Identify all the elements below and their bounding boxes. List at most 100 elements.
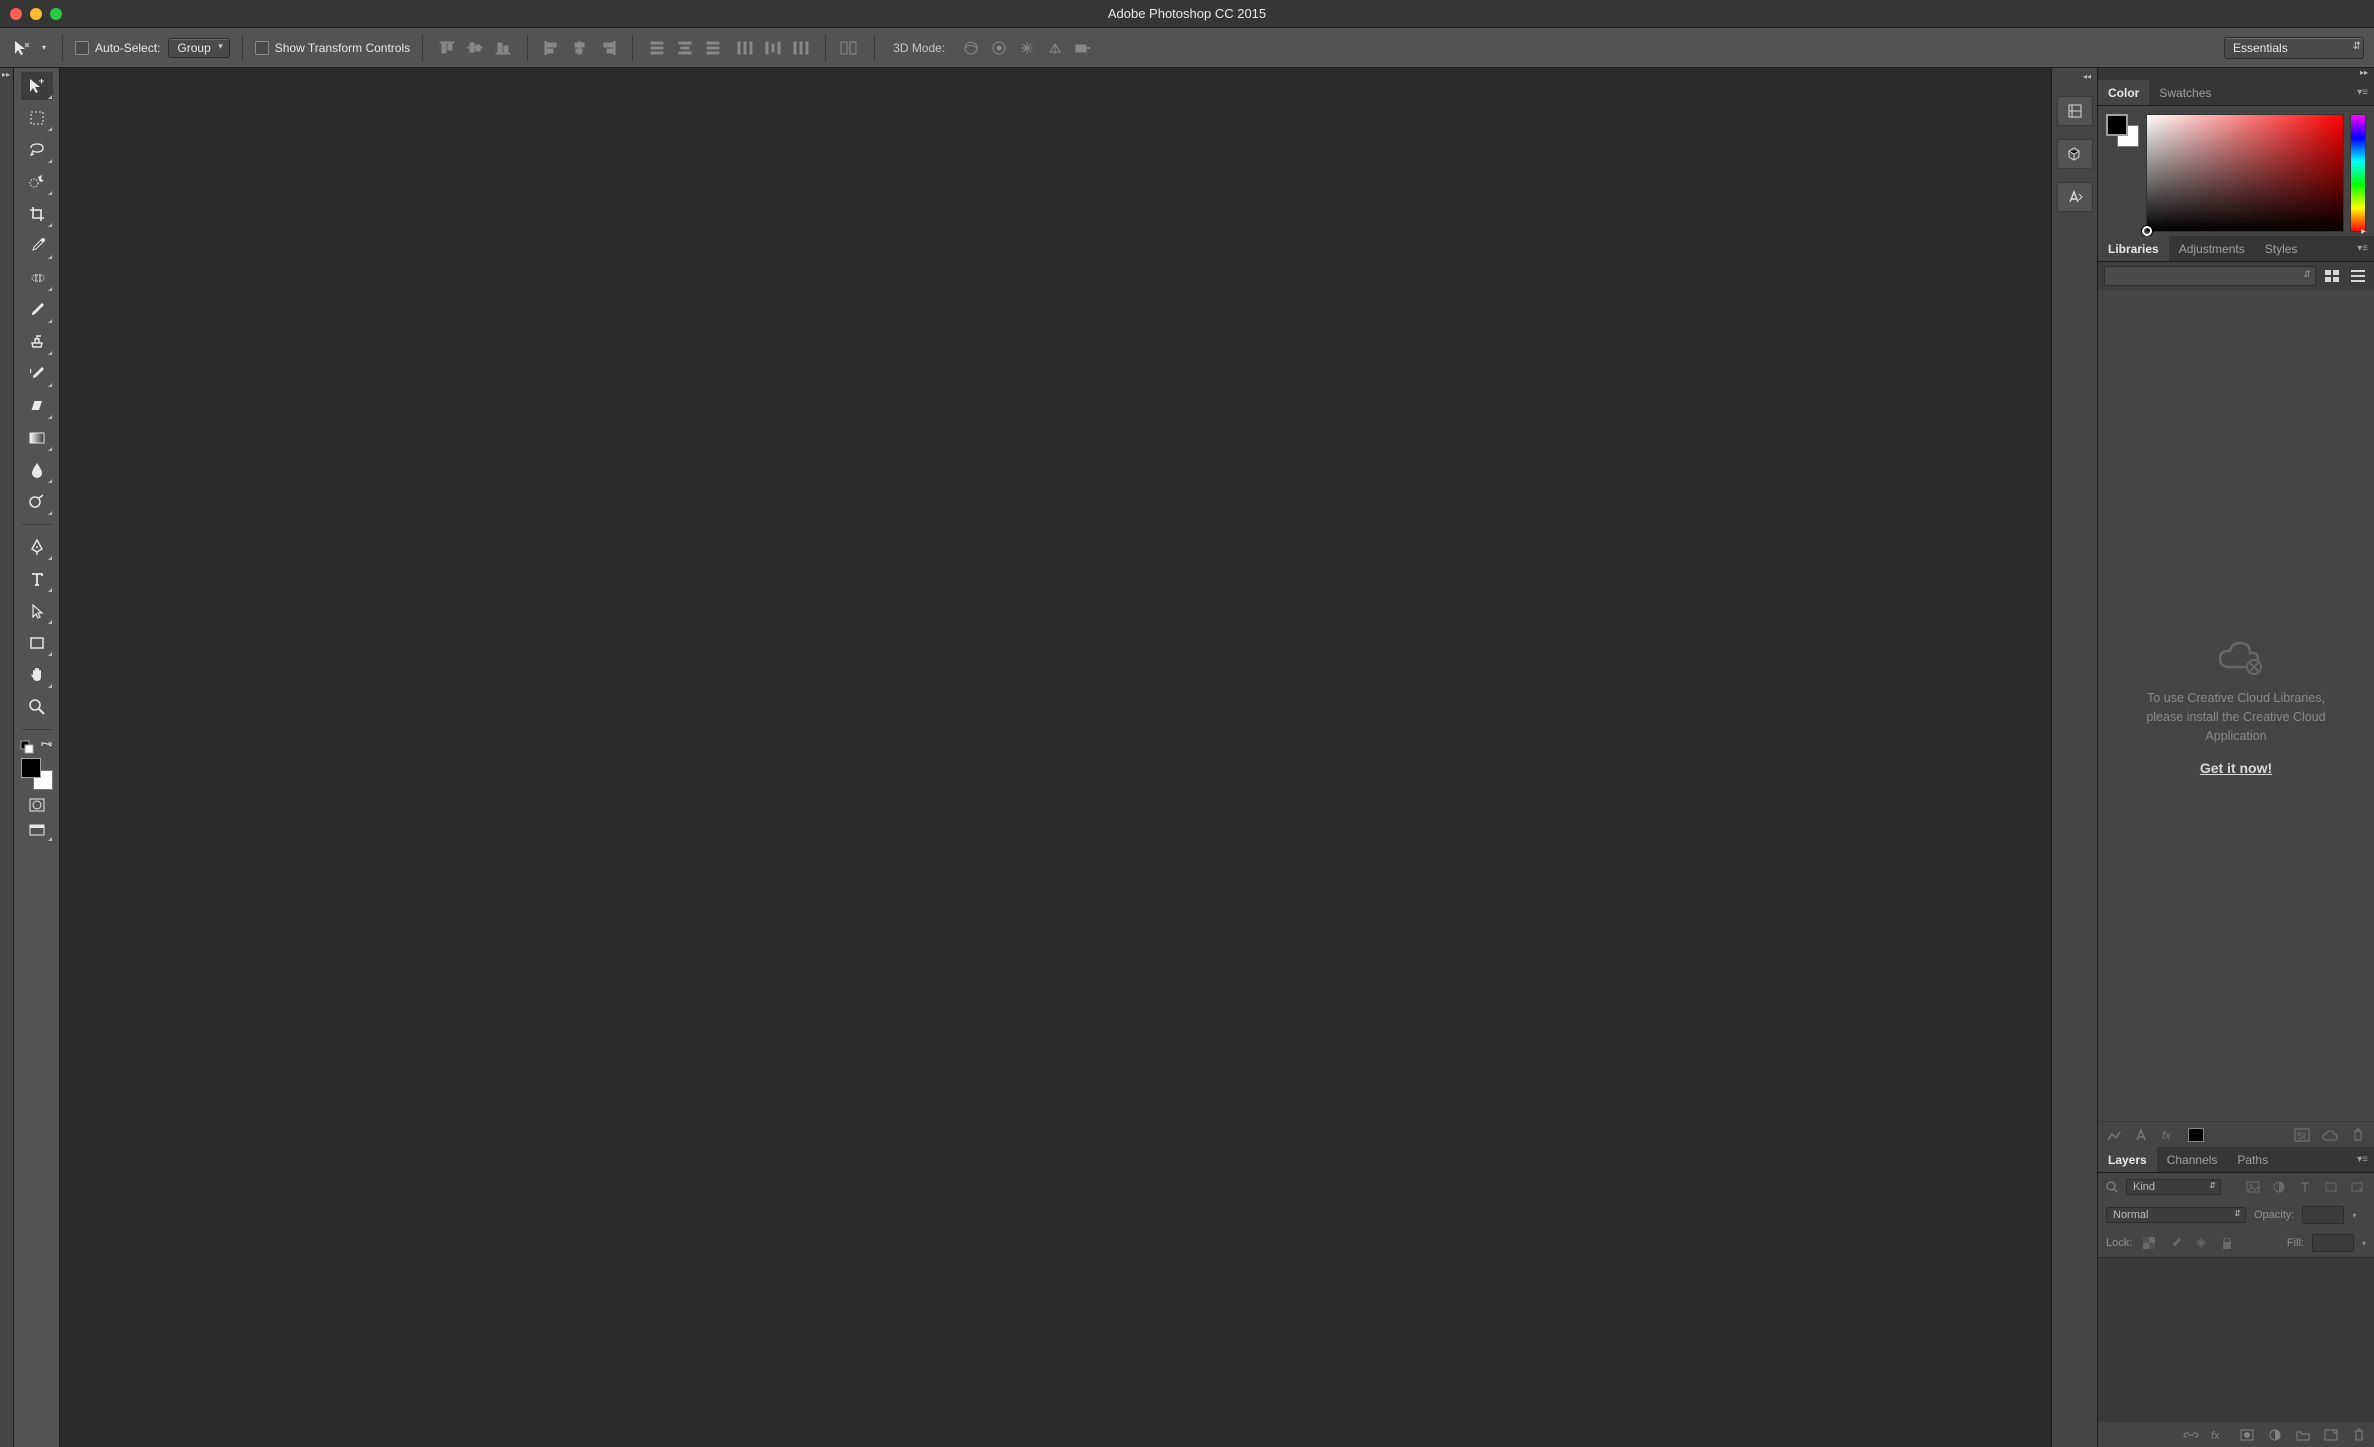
distribute-bottom-button[interactable] (701, 37, 725, 59)
properties-dock-icon[interactable] (2057, 139, 2093, 169)
marquee-tool[interactable] (21, 104, 53, 132)
filter-adjust-icon[interactable] (2270, 1179, 2288, 1195)
eyedropper-tool[interactable] (21, 232, 53, 260)
move-tool[interactable] (21, 72, 53, 100)
align-left-edges-button[interactable] (540, 37, 564, 59)
fg-bg-swatches[interactable] (2106, 114, 2140, 228)
dodge-tool[interactable] (21, 488, 53, 516)
fill-input[interactable] (2312, 1234, 2354, 1252)
brush-tool[interactable] (21, 296, 53, 324)
tab-paths[interactable]: Paths (2227, 1147, 2278, 1172)
color-field[interactable] (2146, 114, 2344, 232)
filter-smart-icon[interactable] (2348, 1179, 2366, 1195)
layer-fx-icon[interactable]: fx (2210, 1427, 2228, 1443)
filter-type-icon[interactable] (2296, 1179, 2314, 1195)
layer-mask-icon[interactable] (2238, 1427, 2256, 1443)
lock-position-icon[interactable] (2192, 1235, 2210, 1251)
hue-slider[interactable] (2350, 114, 2366, 232)
blend-mode-dropdown[interactable]: Normal (2106, 1207, 2246, 1223)
tab-channels[interactable]: Channels (2157, 1147, 2228, 1172)
lock-all-icon[interactable] (2218, 1235, 2236, 1251)
auto-select-checkbox[interactable]: Auto-Select: (75, 41, 160, 55)
lasso-tool[interactable] (21, 136, 53, 164)
align-right-edges-button[interactable] (596, 37, 620, 59)
3d-drag-button[interactable] (1015, 37, 1039, 59)
tab-color[interactable]: Color (2098, 80, 2149, 105)
swap-colors-icon[interactable] (39, 740, 53, 754)
foreground-background-color[interactable] (21, 758, 53, 790)
add-color-swatch-icon[interactable] (2188, 1128, 2204, 1142)
character-dock-icon[interactable] (2057, 182, 2093, 212)
stock-icon[interactable]: St (2292, 1126, 2312, 1144)
path-select-tool[interactable] (21, 597, 53, 625)
cloud-sync-icon[interactable] (2320, 1126, 2340, 1144)
minimize-window-button[interactable] (30, 8, 42, 20)
distribute-hcenter-button[interactable] (761, 37, 785, 59)
distribute-vcenter-button[interactable] (673, 37, 697, 59)
distribute-right-button[interactable] (789, 37, 813, 59)
crop-tool[interactable] (21, 200, 53, 228)
gradient-tool[interactable] (21, 424, 53, 452)
history-brush-tool[interactable] (21, 360, 53, 388)
default-colors-icon[interactable] (20, 740, 34, 754)
trash-icon[interactable] (2348, 1126, 2368, 1144)
auto-select-mode-dropdown[interactable]: Group (168, 38, 229, 58)
quick-mask-button[interactable] (21, 794, 53, 816)
opacity-input[interactable] (2302, 1206, 2344, 1224)
workspace-dropdown[interactable]: Essentials (2224, 37, 2364, 59)
align-top-edges-button[interactable] (435, 37, 459, 59)
foreground-color-swatch[interactable] (21, 758, 41, 778)
eraser-tool[interactable] (21, 392, 53, 420)
distribute-left-button[interactable] (733, 37, 757, 59)
panels-collapse-arrow[interactable]: ▸▸ (2098, 68, 2374, 80)
rectangle-tool[interactable] (21, 629, 53, 657)
get-it-now-link[interactable]: Get it now! (2200, 760, 2272, 776)
3d-roll-button[interactable] (987, 37, 1011, 59)
distribute-top-button[interactable] (645, 37, 669, 59)
fg-color-swatch[interactable] (2106, 114, 2128, 136)
layer-group-icon[interactable] (2294, 1427, 2312, 1443)
add-layer-style-icon[interactable]: fx (2160, 1126, 2180, 1144)
screen-mode-button[interactable] (21, 820, 53, 842)
pen-tool[interactable] (21, 533, 53, 561)
align-vcenter-button[interactable] (463, 37, 487, 59)
filter-shape-icon[interactable] (2322, 1179, 2340, 1195)
lock-image-icon[interactable] (2166, 1235, 2184, 1251)
close-window-button[interactable] (10, 8, 22, 20)
3d-rotate-button[interactable] (959, 37, 983, 59)
history-dock-icon[interactable] (2057, 96, 2093, 126)
add-char-style-icon[interactable] (2132, 1126, 2152, 1144)
tab-libraries[interactable]: Libraries (2098, 236, 2169, 261)
blur-tool[interactable] (21, 456, 53, 484)
panel-menu-icon[interactable]: ▾≡ (2351, 243, 2374, 254)
tool-preset-dropdown[interactable]: ▾ (42, 43, 46, 52)
align-hcenter-button[interactable] (568, 37, 592, 59)
add-graphic-icon[interactable] (2104, 1126, 2124, 1144)
panel-menu-icon[interactable]: ▾≡ (2351, 87, 2374, 98)
3d-scale-button[interactable] (1071, 37, 1095, 59)
quick-select-tool[interactable] (21, 168, 53, 196)
tab-adjustments[interactable]: Adjustments (2169, 236, 2255, 261)
toolbar-collapse-strip[interactable]: ▸▸ (0, 68, 14, 1447)
3d-slide-button[interactable] (1043, 37, 1067, 59)
align-bottom-edges-button[interactable] (491, 37, 515, 59)
tab-layers[interactable]: Layers (2098, 1147, 2157, 1172)
filter-kind-dropdown[interactable]: Kind (2126, 1179, 2221, 1195)
tab-swatches[interactable]: Swatches (2149, 80, 2221, 105)
auto-align-button[interactable] (838, 37, 862, 59)
spot-heal-tool[interactable] (21, 264, 53, 292)
panel-menu-icon[interactable]: ▾≡ (2351, 1154, 2374, 1165)
list-view-icon[interactable] (2348, 267, 2368, 285)
zoom-tool[interactable] (21, 693, 53, 721)
delete-layer-icon[interactable] (2350, 1427, 2368, 1443)
type-tool[interactable] (21, 565, 53, 593)
tab-styles[interactable]: Styles (2255, 236, 2308, 261)
link-layers-icon[interactable] (2182, 1427, 2200, 1443)
new-layer-icon[interactable] (2322, 1427, 2340, 1443)
filter-pixel-icon[interactable] (2244, 1179, 2262, 1195)
library-dropdown[interactable] (2104, 266, 2316, 286)
adjustment-layer-icon[interactable] (2266, 1427, 2284, 1443)
lock-transparent-icon[interactable] (2140, 1235, 2158, 1251)
dock-collapse-arrow[interactable]: ◂◂ (2077, 70, 2097, 83)
current-tool-move-icon[interactable] (10, 36, 34, 60)
